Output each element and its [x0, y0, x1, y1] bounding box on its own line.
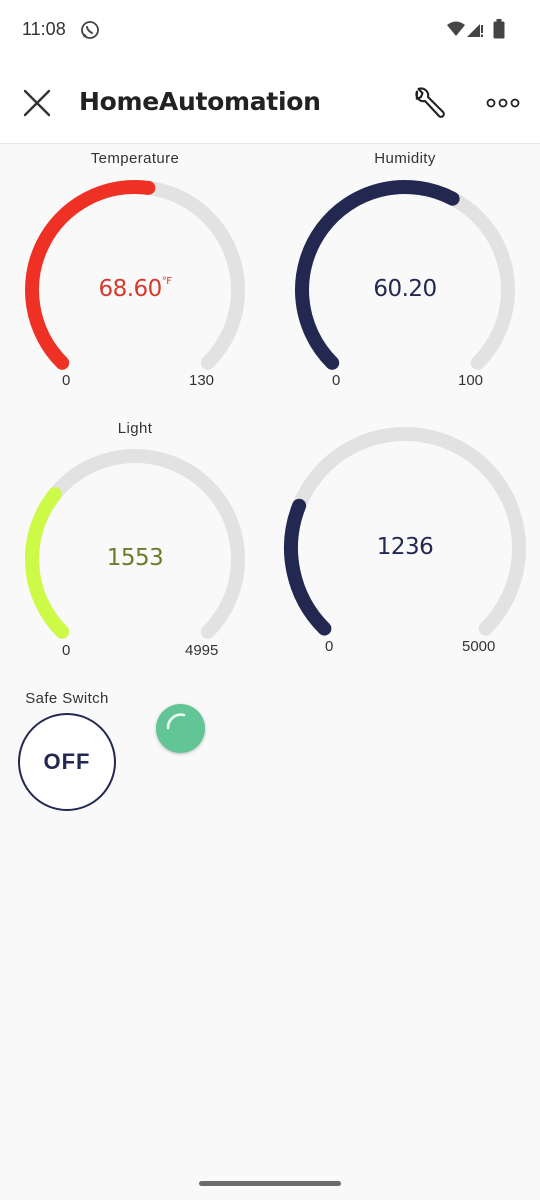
- safe-switch-state: OFF: [43, 749, 91, 774]
- safe-switch-button[interactable]: OFF: [18, 713, 116, 811]
- status-led: [156, 704, 205, 753]
- gauge4-gauge-fill: [284, 498, 332, 636]
- safe-switch-label: Safe Switch: [25, 690, 109, 707]
- sensor-gauge: [284, 427, 526, 636]
- gauge4-gauge-track: [284, 427, 526, 636]
- sensor-value: 1236: [305, 534, 505, 560]
- navigation-handle[interactable]: [199, 1181, 341, 1186]
- sensor-max: 5000: [462, 638, 496, 655]
- sensor-min: 0: [325, 638, 334, 655]
- led-highlight: [166, 713, 186, 730]
- sensor-value-number: 1236: [376, 534, 434, 560]
